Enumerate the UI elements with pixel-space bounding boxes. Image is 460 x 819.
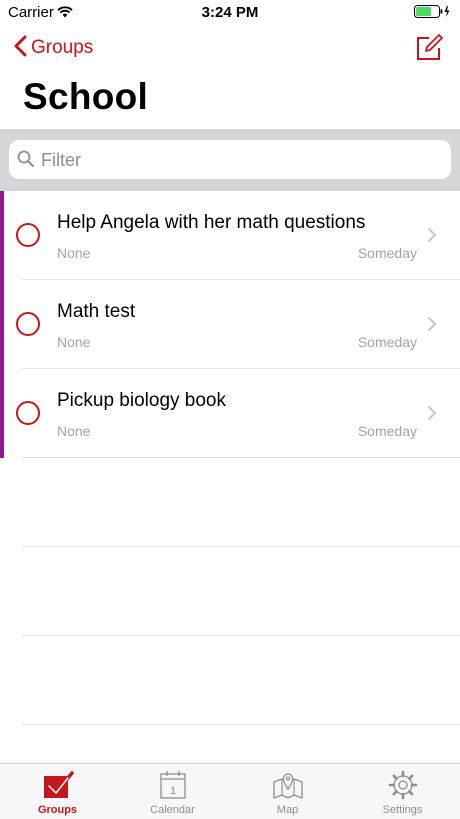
groups-checkmark-icon [41, 770, 75, 805]
filter-area [0, 129, 460, 191]
chevron-right-icon [427, 405, 437, 426]
task-due-date: Someday [357, 245, 417, 261]
search-icon [17, 150, 35, 173]
tab-settings[interactable]: Settings [345, 764, 460, 819]
battery-icon [414, 5, 452, 23]
compose-icon [414, 34, 444, 67]
task-title: Help Angela with her math questions [57, 212, 366, 233]
task-list: Help Angela with her math questions None… [0, 191, 460, 458]
tab-settings-label: Settings [382, 804, 423, 816]
task-title: Pickup biology book [57, 390, 226, 411]
complete-checkbox[interactable] [16, 312, 40, 336]
task-row[interactable]: Pickup biology book None Someday [0, 369, 460, 458]
task-due-date: Someday [357, 423, 417, 439]
chevron-left-icon [14, 35, 27, 62]
map-icon [272, 770, 304, 805]
task-priority: None [57, 423, 91, 439]
back-button-label: Groups [31, 37, 94, 58]
empty-row-separator [22, 635, 460, 636]
group-color-strip [0, 369, 4, 458]
clock: 3:24 PM [201, 4, 259, 21]
tab-map-label: Map [276, 804, 299, 816]
task-row[interactable]: Help Angela with her math questions None… [0, 191, 460, 280]
empty-row-separator [22, 546, 460, 547]
task-row[interactable]: Math test None Someday [0, 280, 460, 369]
page-title: School [23, 76, 149, 117]
complete-checkbox[interactable] [16, 401, 40, 425]
tab-calendar[interactable]: 1 Calendar [115, 764, 230, 819]
gear-icon [388, 770, 418, 805]
calendar-day-number: 1 [169, 785, 175, 797]
filter-box [9, 140, 451, 181]
group-color-strip [0, 191, 4, 280]
group-color-strip [0, 280, 4, 369]
compose-button[interactable] [414, 33, 444, 63]
chevron-right-icon [427, 316, 437, 337]
task-title: Math test [57, 301, 136, 322]
task-priority: None [57, 334, 91, 350]
row-separator [22, 457, 460, 458]
chevron-right-icon [427, 227, 437, 248]
status-bar: Carrier 3:24 PM [0, 0, 460, 24]
tab-calendar-label: Calendar [150, 804, 195, 816]
complete-checkbox[interactable] [16, 223, 40, 247]
tab-groups[interactable]: Groups [0, 764, 115, 819]
tab-map[interactable]: Map [230, 764, 345, 819]
tab-groups-label: Groups [37, 804, 78, 816]
tab-bar: Groups 1 Calendar Map Settings [0, 763, 460, 819]
back-button[interactable]: Groups [14, 34, 93, 62]
filter-input[interactable] [39, 140, 443, 181]
task-due-date: Someday [357, 334, 417, 350]
task-priority: None [57, 245, 91, 261]
calendar-icon: 1 [159, 770, 187, 805]
empty-row-separator [22, 724, 460, 725]
